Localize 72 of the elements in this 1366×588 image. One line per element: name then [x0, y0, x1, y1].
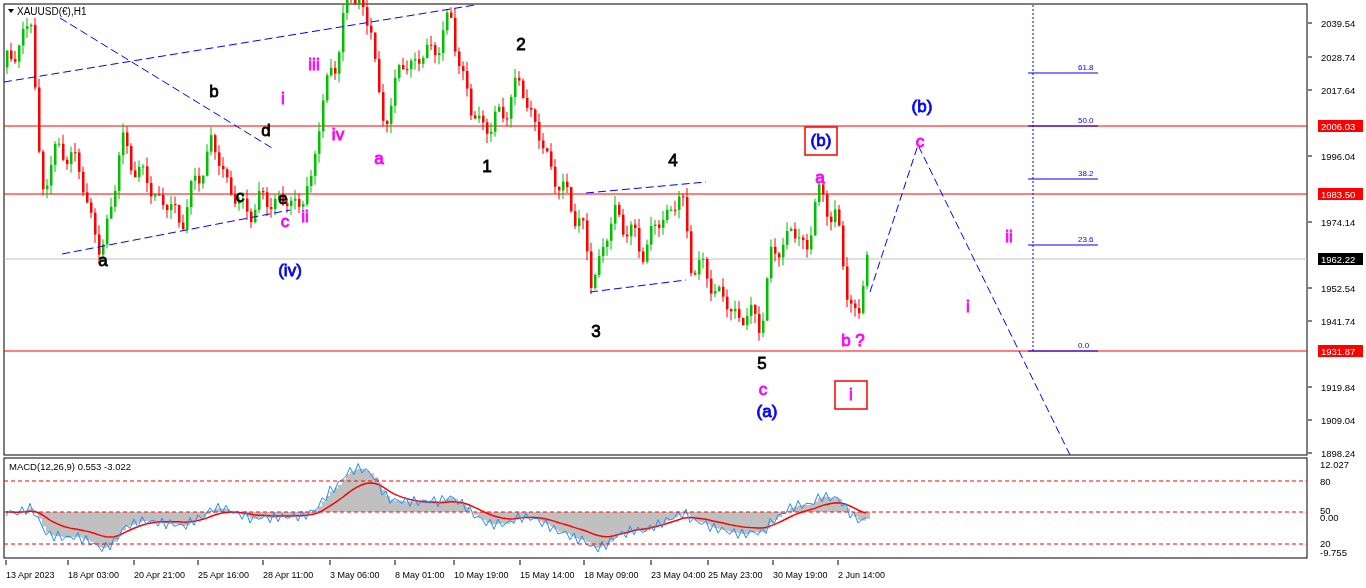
wave-label: i [281, 89, 285, 108]
fibonacci-level-line [1027, 178, 1099, 180]
price-badge: 1962.22 [1318, 253, 1363, 265]
price-tick-label: 1919.84 [1321, 382, 1356, 393]
wave-label: i [966, 297, 970, 316]
wave-label: 5 [757, 354, 767, 373]
indicator-scale-label: 12.027 [1320, 459, 1350, 470]
price-badge: 2006.03 [1318, 120, 1363, 132]
wave-label: 2 [516, 35, 526, 54]
wave-label: 4 [668, 151, 678, 170]
price-tick-label: 1898.24 [1321, 448, 1356, 457]
time-label: 15 May 14:00 [520, 570, 575, 580]
price-tick-label: 2017.64 [1321, 85, 1356, 96]
wave-label: b [209, 82, 219, 101]
time-label: 25 May 23:00 [708, 570, 763, 580]
fibonacci-level-label: 50.0 [1078, 116, 1094, 125]
price-badge: 1931.87 [1318, 345, 1363, 357]
wave-label: c [235, 187, 245, 206]
price-tick-label: 1909.04 [1321, 415, 1356, 426]
time-label: 30 May 19:00 [773, 570, 828, 580]
wave-label: ii [1005, 227, 1013, 246]
time-label: 13 Apr 2023 [6, 570, 55, 580]
fibonacci-level-line [1027, 72, 1099, 74]
wave-label: a [98, 251, 108, 270]
wave-label: 3 [591, 322, 601, 341]
time-label: 28 Apr 11:00 [263, 570, 314, 580]
price-badge: 1983.50 [1318, 188, 1363, 200]
indicator-scale-label: 20 [1320, 538, 1331, 549]
time-label: 8 May 01:00 [395, 570, 445, 580]
boxed-wave-label: (b) [804, 126, 838, 156]
fibonacci-level-line [1027, 350, 1099, 352]
wave-label: iii [308, 55, 320, 74]
wave-label: (iv) [278, 261, 302, 280]
wave-label: c [915, 132, 925, 151]
chart-title: XAUUSD(€),H1 [17, 6, 87, 17]
wave-label: d [261, 121, 271, 140]
time-label: 10 May 19:00 [454, 570, 509, 580]
time-label: 20 Apr 21:00 [134, 570, 186, 580]
price-tick-label: 1996.04 [1321, 151, 1356, 162]
fibonacci-level-label: 23.6 [1078, 235, 1094, 244]
wave-label: (a) [756, 402, 778, 421]
price-tick-label: 2039.54 [1321, 18, 1356, 29]
time-label: 18 Apr 03:00 [68, 570, 120, 580]
fibonacci-level-line [1027, 244, 1099, 246]
wave-label: ii [301, 207, 309, 226]
time-label: 3 May 06:00 [330, 570, 380, 580]
fibonacci-level-line [1027, 125, 1099, 127]
wave-label: c [758, 380, 768, 399]
time-label: 18 May 09:00 [584, 570, 639, 580]
price-tick-label: 1974.14 [1321, 217, 1356, 228]
time-label: 23 May 04:00 [651, 570, 706, 580]
price-tick-label: 1941.74 [1321, 316, 1356, 327]
indicator-scale-label: 50 [1320, 505, 1331, 516]
wave-label: c [280, 212, 290, 231]
dropdown-triangle-icon [8, 9, 14, 13]
indicator-scale-label: -9.755 [1320, 547, 1347, 558]
fibonacci-level-label: 61.8 [1078, 63, 1094, 72]
boxed-wave-label: i [834, 380, 868, 410]
fibonacci-level-label: 38.2 [1078, 169, 1094, 178]
indicator-title: MACD(12,26,9) 0.553 -3.022 [9, 461, 131, 472]
wave-label: a [815, 168, 825, 187]
time-label: 25 Apr 16:00 [198, 570, 250, 580]
wave-label: 1 [482, 157, 492, 176]
price-tick-label: 2028.74 [1321, 52, 1356, 63]
price-tick-label: 1952.54 [1321, 283, 1356, 294]
wave-label: (b) [911, 97, 933, 116]
wave-label: b ? [841, 331, 865, 350]
wave-label: a [374, 149, 384, 168]
time-label: 2 Jun 14:00 [838, 570, 886, 580]
indicator-scale-label: 80 [1320, 476, 1331, 487]
wave-label: iv [331, 125, 345, 144]
fibonacci-level-label: 0.0 [1078, 341, 1090, 350]
